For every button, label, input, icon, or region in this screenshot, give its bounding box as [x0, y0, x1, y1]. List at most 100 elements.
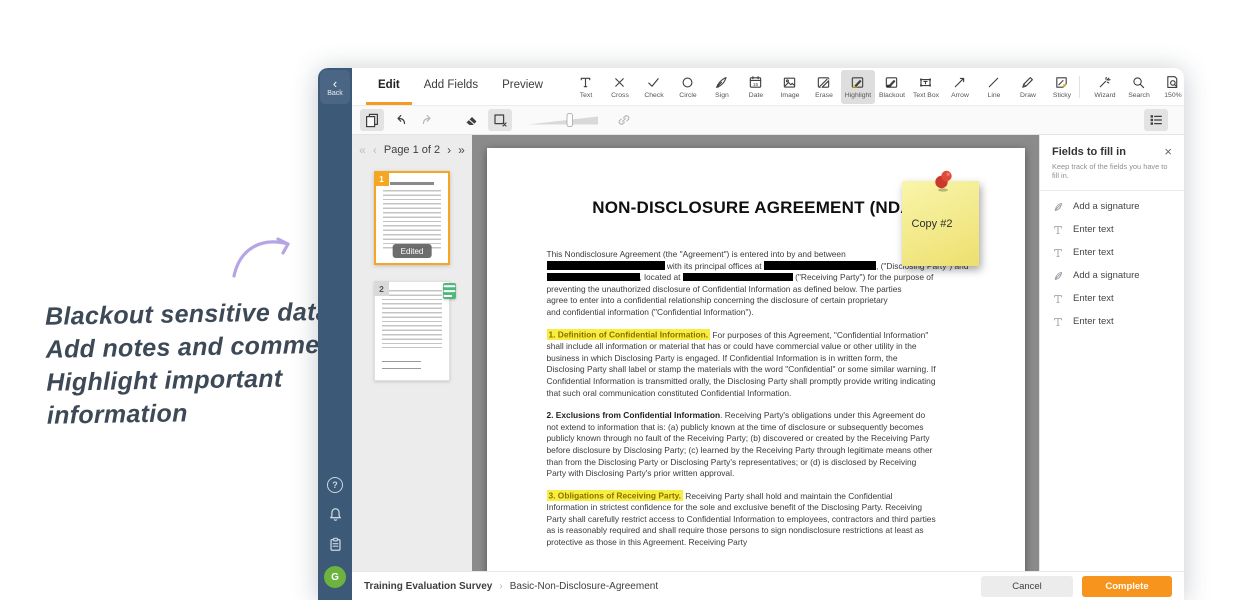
redo-icon	[420, 112, 436, 128]
breadcrumb-parent[interactable]: Training Evaluation Survey	[364, 581, 492, 592]
back-label: Back	[327, 90, 343, 97]
paragraph-intro: This Nondisclosure Agreement (the "Agree…	[547, 249, 937, 319]
check-icon	[646, 75, 661, 90]
page-thumbnail-1[interactable]: 1 Edited	[374, 171, 450, 265]
blackout-tool-button[interactable]: Blackout	[875, 70, 909, 104]
text-icon	[578, 75, 593, 90]
page-thumbnail-2[interactable]: 2	[374, 281, 450, 381]
document-body: This Nondisclosure Agreement (the "Agree…	[547, 249, 937, 549]
undo-button[interactable]	[388, 109, 412, 131]
last-page-button[interactable]: »	[458, 143, 465, 157]
field-item-text[interactable]: Enter text	[1040, 218, 1184, 241]
chain-link-icon	[616, 112, 632, 128]
slider-thumb[interactable]	[567, 114, 573, 127]
eraser-icon	[464, 112, 480, 128]
signature-pen-icon	[714, 75, 729, 90]
help-icon[interactable]: ?	[327, 476, 344, 493]
breadcrumb-current: Basic-Non-Disclosure-Agreement	[510, 581, 658, 592]
page-number-badge: 1	[374, 171, 389, 186]
first-page-button[interactable]: «	[359, 143, 366, 157]
field-item-text[interactable]: Enter text	[1040, 310, 1184, 333]
page-pager: « ‹ Page 1 of 2 › »	[359, 135, 465, 165]
curved-arrow-icon	[226, 230, 298, 282]
document-zoom-icon	[1165, 75, 1180, 90]
image-tool-button[interactable]: Image	[773, 70, 807, 104]
signature-feather-icon	[1052, 201, 1064, 213]
breadcrumb-chevron-icon: ›	[499, 581, 502, 592]
field-item-signature[interactable]: Add a signature	[1040, 264, 1184, 287]
sign-tool-button[interactable]: Sign	[705, 70, 739, 104]
clipboard-icon[interactable]	[327, 536, 344, 553]
date-tool-button[interactable]: 15 Date	[739, 70, 773, 104]
back-chevron-icon: ‹	[333, 78, 337, 89]
pages-icon	[364, 112, 380, 128]
highlight-icon	[850, 75, 865, 90]
tab-preview[interactable]: Preview	[490, 68, 555, 105]
field-item-text[interactable]: Enter text	[1040, 241, 1184, 264]
next-page-button[interactable]: ›	[447, 143, 451, 157]
undo-icon	[392, 112, 408, 128]
circle-icon	[680, 75, 695, 90]
text-tool-button[interactable]: Text	[569, 70, 603, 104]
back-button[interactable]: ‹ Back	[320, 70, 350, 104]
text-field-icon	[1052, 316, 1064, 328]
thickness-slider[interactable]	[526, 112, 602, 128]
text-field-icon	[1052, 247, 1064, 259]
blackout-icon	[884, 75, 899, 90]
right-tool-buttons: Wizard Search 150%	[1079, 68, 1184, 105]
highlight-tool-button[interactable]: Highlight	[841, 70, 875, 104]
text-field-icon	[1052, 293, 1064, 305]
delete-area-button[interactable]	[488, 109, 512, 131]
thumbnail-text-lines	[383, 190, 441, 249]
erase-tool-button[interactable]: Erase	[807, 70, 841, 104]
main-toolbar: Edit Add Fields Preview Text Cross Check	[352, 68, 1184, 106]
app-window: ‹ Back ? G Edit Add Fields Preview Text	[318, 68, 1184, 600]
image-icon	[782, 75, 797, 90]
eraser-button[interactable]	[460, 109, 484, 131]
complete-button[interactable]: Complete	[1082, 576, 1172, 597]
section-3: 3. Obligations of Receiving Party. Recei…	[547, 491, 937, 549]
draw-tool-button[interactable]: Draw	[1011, 70, 1045, 104]
zoom-level-button[interactable]: 150%	[1156, 70, 1184, 104]
copy-pages-button[interactable]	[360, 109, 384, 131]
tab-edit[interactable]: Edit	[366, 68, 412, 105]
search-button[interactable]: Search	[1122, 70, 1156, 104]
textbox-tool-button[interactable]: Text Box	[909, 70, 943, 104]
document-canvas: NON-DISCLOSURE AGREEMENT (NDA) Copy #2 T	[472, 135, 1039, 571]
fields-list-button[interactable]	[1144, 109, 1168, 131]
section-1: 1. Definition of Confidential Informatio…	[547, 330, 937, 400]
field-item-text[interactable]: Enter text	[1040, 287, 1184, 310]
tool-buttons: Text Cross Check Circle Sign	[569, 68, 1079, 105]
arrow-tool-button[interactable]: Arrow	[943, 70, 977, 104]
field-item-signature[interactable]: Add a signature	[1040, 195, 1184, 218]
section-2: 2. Exclusions from Confidential Informat…	[547, 410, 937, 480]
link-button[interactable]	[612, 109, 636, 131]
close-icon[interactable]: ×	[1164, 147, 1172, 157]
page-thumbnails-panel: « ‹ Page 1 of 2 › » 1 Edited 2	[352, 135, 472, 571]
highlighted-heading: 3. Obligations of Receiving Party.	[547, 490, 683, 501]
textbox-icon	[918, 75, 933, 90]
redo-button[interactable]	[416, 109, 440, 131]
sticky-note[interactable]: Copy #2	[902, 181, 979, 266]
footer-bar: Training Evaluation Survey › Basic-Non-D…	[352, 571, 1184, 600]
document-page[interactable]: NON-DISCLOSURE AGREEMENT (NDA) Copy #2 T	[487, 148, 1025, 571]
page-number-badge: 2	[374, 281, 389, 296]
blackout-redaction	[547, 261, 665, 269]
cross-icon	[612, 75, 627, 90]
circle-tool-button[interactable]: Circle	[671, 70, 705, 104]
secondary-toolbar	[352, 106, 1184, 135]
check-tool-button[interactable]: Check	[637, 70, 671, 104]
cross-tool-button[interactable]: Cross	[603, 70, 637, 104]
tab-add-fields[interactable]: Add Fields	[412, 68, 490, 105]
notifications-bell-icon[interactable]	[327, 506, 344, 523]
user-avatar[interactable]: G	[324, 566, 346, 588]
fields-list-icon	[1148, 112, 1164, 128]
toolbar-divider	[1079, 76, 1080, 98]
line-tool-button[interactable]: Line	[977, 70, 1011, 104]
sticky-tool-button[interactable]: Sticky	[1045, 70, 1079, 104]
previous-page-button[interactable]: ‹	[373, 143, 377, 157]
cancel-button[interactable]: Cancel	[981, 576, 1073, 597]
erase-icon	[816, 75, 831, 90]
thumbnail-signature-lines	[382, 361, 421, 363]
wizard-button[interactable]: Wizard	[1088, 70, 1122, 104]
